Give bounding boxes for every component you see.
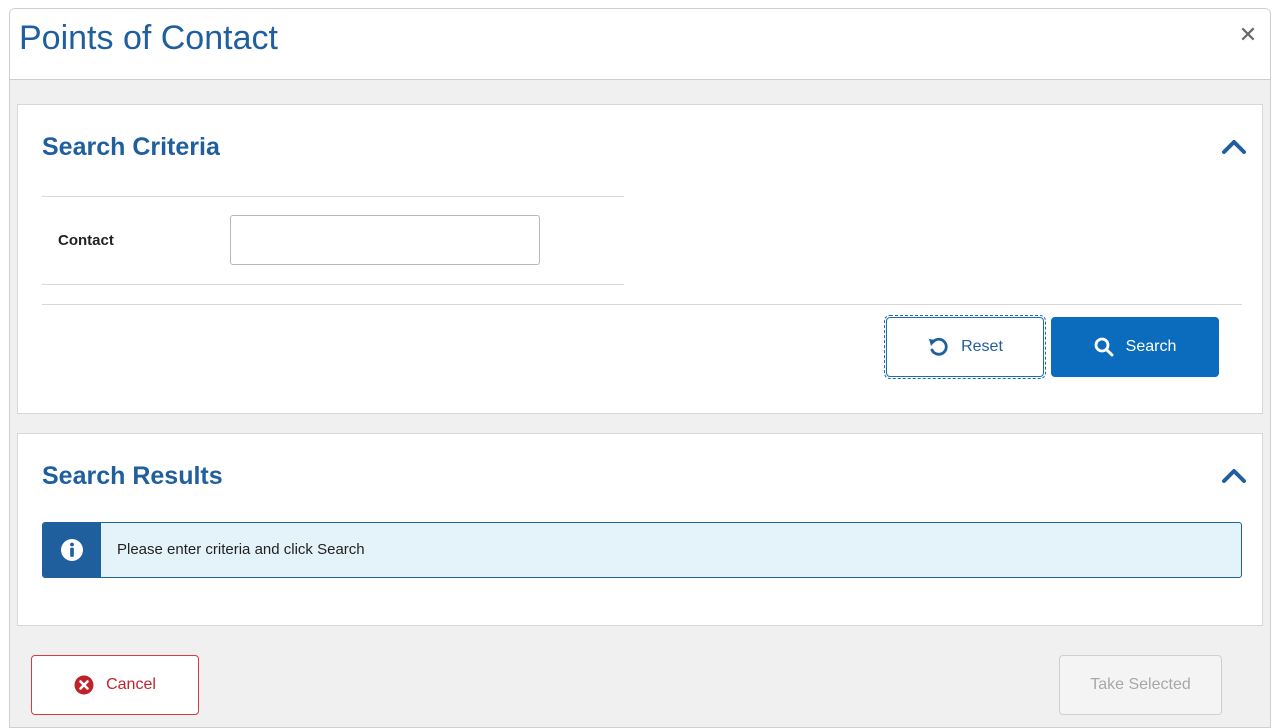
contact-label: Contact: [58, 232, 114, 249]
search-results-panel: Search Results Please enter criteria and…: [17, 433, 1263, 626]
search-criteria-panel: Search Criteria Contact Reset Search: [17, 104, 1263, 414]
contact-input[interactable]: [230, 215, 540, 265]
reset-label: Reset: [961, 338, 1003, 355]
modal-header: Points of Contact ✕: [10, 9, 1270, 80]
undo-icon: [927, 336, 949, 358]
criteria-row-divider: [42, 284, 624, 285]
chevron-up-icon[interactable]: [1220, 135, 1248, 157]
search-label: Search: [1125, 338, 1177, 355]
search-results-title: Search Results: [42, 462, 223, 490]
modal-title: Points of Contact: [19, 19, 278, 57]
chevron-up-icon[interactable]: [1220, 464, 1248, 486]
cancel-button[interactable]: Cancel: [31, 655, 199, 715]
search-criteria-title: Search Criteria: [42, 133, 220, 161]
reset-button[interactable]: Reset: [884, 315, 1046, 379]
points-of-contact-modal: Points of Contact ✕ Search Criteria Cont…: [9, 8, 1271, 728]
close-icon[interactable]: ✕: [1236, 23, 1260, 47]
times-circle-icon: [74, 675, 94, 695]
take-selected-label: Take Selected: [1090, 676, 1191, 693]
criteria-row-divider: [42, 196, 624, 197]
info-alert: Please enter criteria and click Search: [42, 522, 1242, 578]
take-selected-button[interactable]: Take Selected: [1059, 655, 1222, 715]
alert-message: Please enter criteria and click Search: [117, 541, 365, 558]
cancel-label: Cancel: [106, 676, 156, 693]
search-button[interactable]: Search: [1051, 317, 1219, 377]
info-icon: [43, 523, 101, 577]
criteria-actions-divider: [42, 304, 1242, 305]
search-icon: [1094, 337, 1114, 357]
